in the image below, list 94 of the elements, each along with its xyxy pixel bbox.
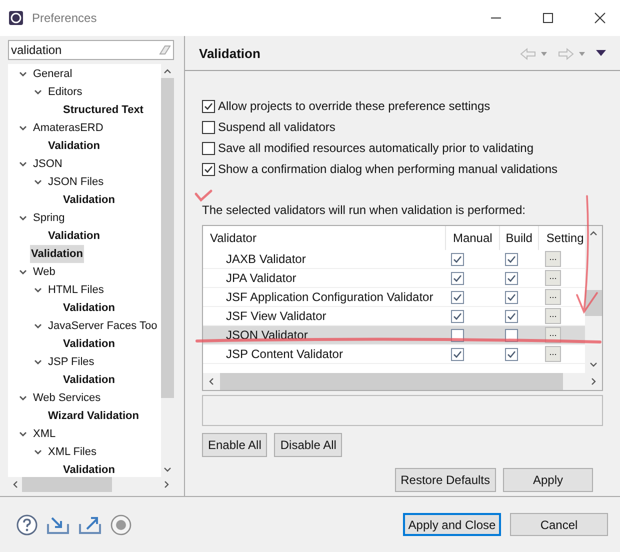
chevron-down-icon[interactable] — [18, 429, 28, 439]
import-icon[interactable] — [46, 514, 70, 534]
chevron-down-icon[interactable] — [33, 285, 43, 295]
tree-item[interactable]: AmaterasERD — [32, 119, 104, 137]
checkbox[interactable] — [202, 142, 215, 154]
table-intro-text: The selected validators will run when validation is performed: — [202, 202, 526, 219]
settings-button[interactable]: ... — [545, 346, 561, 362]
tree-item[interactable]: Validation — [62, 335, 116, 353]
tree-item[interactable]: Editors — [47, 83, 84, 101]
table-checkbox[interactable] — [505, 348, 518, 360]
checkbox-label[interactable]: Allow projects to override these preference settings — [218, 97, 490, 115]
validator-name: JSP Content Validator — [225, 346, 344, 363]
checkbox[interactable] — [202, 120, 215, 134]
tree-item[interactable]: XML — [32, 425, 57, 443]
chevron-down-icon[interactable] — [18, 69, 28, 79]
checkbox-label[interactable]: Suspend all validators — [218, 118, 336, 136]
tree-item[interactable]: JSON — [32, 155, 64, 173]
table-checkbox[interactable] — [505, 252, 518, 266]
checkbox-label[interactable]: Show a confirmation dialog when performing manual validations — [218, 160, 558, 178]
dialog-button[interactable]: Apply and Close — [403, 513, 501, 536]
table-row[interactable]: JAXB Validator ... — [203, 250, 585, 269]
tree-item[interactable]: Validation — [47, 137, 101, 155]
chevron-down-icon[interactable] — [33, 357, 43, 367]
table-checkbox[interactable] — [451, 252, 464, 266]
table-action-button[interactable]: Disable All — [274, 433, 342, 457]
tree-item[interactable]: General — [32, 65, 74, 83]
chevron-down-icon[interactable] — [33, 87, 43, 97]
tree-item[interactable]: Validation — [62, 371, 116, 389]
tree-item[interactable]: Validation — [62, 299, 116, 317]
tree-item[interactable]: JavaServer Faces Too — [47, 317, 158, 335]
table-checkbox[interactable] — [505, 290, 518, 304]
validator-name: JPA Validator — [225, 270, 298, 287]
help-icon[interactable] — [16, 514, 38, 536]
chevron-down-icon[interactable] — [18, 213, 28, 223]
tree-item[interactable]: HTML Files — [47, 281, 105, 299]
window-title: Preferences — [32, 10, 97, 27]
table-row[interactable]: JPA Validator ... — [203, 269, 585, 288]
tree-item[interactable]: JSP Files — [47, 353, 96, 371]
tree-item[interactable]: XML Files — [47, 443, 98, 461]
tree-item[interactable]: Web Services — [32, 389, 102, 407]
chevron-down-icon[interactable] — [33, 447, 43, 457]
chevron-down-icon[interactable] — [33, 321, 43, 331]
column-header[interactable]: Setting — [539, 226, 585, 250]
column-header[interactable]: Validator — [203, 226, 446, 250]
vertical-scrollbar[interactable] — [585, 226, 602, 373]
tree-item[interactable]: Spring — [32, 209, 66, 227]
settings-button[interactable]: ... — [545, 308, 561, 324]
column-header[interactable]: Manual — [446, 226, 500, 250]
validator-name: JSON Validator — [225, 327, 309, 344]
page-title: Validation — [199, 44, 260, 63]
close-icon[interactable] — [594, 12, 606, 24]
tree-item[interactable]: Validation — [62, 191, 116, 209]
table-row[interactable]: JSP Content Validator ... — [203, 345, 585, 364]
chevron-down-icon[interactable] — [33, 177, 43, 187]
table-checkbox[interactable] — [505, 272, 518, 284]
table-checkbox[interactable] — [451, 290, 464, 304]
scroll-thumb[interactable] — [161, 78, 174, 398]
chevron-down-icon[interactable] — [18, 267, 28, 277]
column-header[interactable]: Build — [500, 226, 540, 250]
checkbox-label[interactable]: Save all modified resources automatically prior to validating — [218, 139, 534, 157]
table-action-button[interactable]: Enable All — [202, 433, 268, 457]
filter-input[interactable]: validation — [11, 41, 158, 59]
tree-item[interactable]: Validation — [30, 245, 84, 263]
settings-button[interactable]: ... — [545, 251, 561, 267]
validator-name: JSF Application Configuration Validator — [225, 289, 434, 306]
settings-button[interactable]: ... — [545, 270, 561, 286]
chevron-down-icon[interactable] — [18, 393, 28, 403]
export-icon[interactable] — [78, 514, 102, 534]
tree-item[interactable]: Web — [32, 263, 56, 281]
validator-name: JSF View Validator — [225, 308, 328, 325]
tree-item[interactable]: JSON Files — [47, 173, 105, 191]
page-action-button[interactable]: Apply — [503, 468, 593, 492]
dialog-button[interactable]: Cancel — [510, 513, 608, 536]
table-checkbox[interactable] — [505, 310, 518, 322]
table-row[interactable]: JSF Application Configuration Validator ... — [203, 288, 585, 307]
table-checkbox[interactable] — [451, 348, 464, 360]
table-checkbox[interactable] — [451, 310, 464, 322]
tree-item[interactable]: Validation — [62, 461, 116, 477]
chevron-down-icon[interactable] — [18, 159, 28, 169]
table-checkbox[interactable] — [451, 272, 464, 284]
page-action-button[interactable]: Restore Defaults — [394, 468, 496, 492]
checkbox[interactable] — [202, 100, 215, 112]
scroll-thumb[interactable] — [22, 477, 112, 492]
tree-item[interactable]: Validation — [47, 227, 101, 245]
chevron-down-icon[interactable] — [18, 123, 28, 133]
validator-name: JAXB Validator — [225, 251, 307, 268]
filter-field[interactable]: validation — [8, 40, 174, 60]
settings-button[interactable]: ... — [545, 289, 561, 305]
view-menu-icon[interactable] — [596, 50, 606, 57]
checkbox[interactable] — [202, 162, 215, 176]
tree-item[interactable]: Structured Text — [62, 101, 144, 119]
tree-item[interactable]: Wizard Validation — [47, 407, 140, 425]
record-icon[interactable] — [110, 514, 132, 536]
maximize-icon[interactable] — [542, 12, 554, 24]
